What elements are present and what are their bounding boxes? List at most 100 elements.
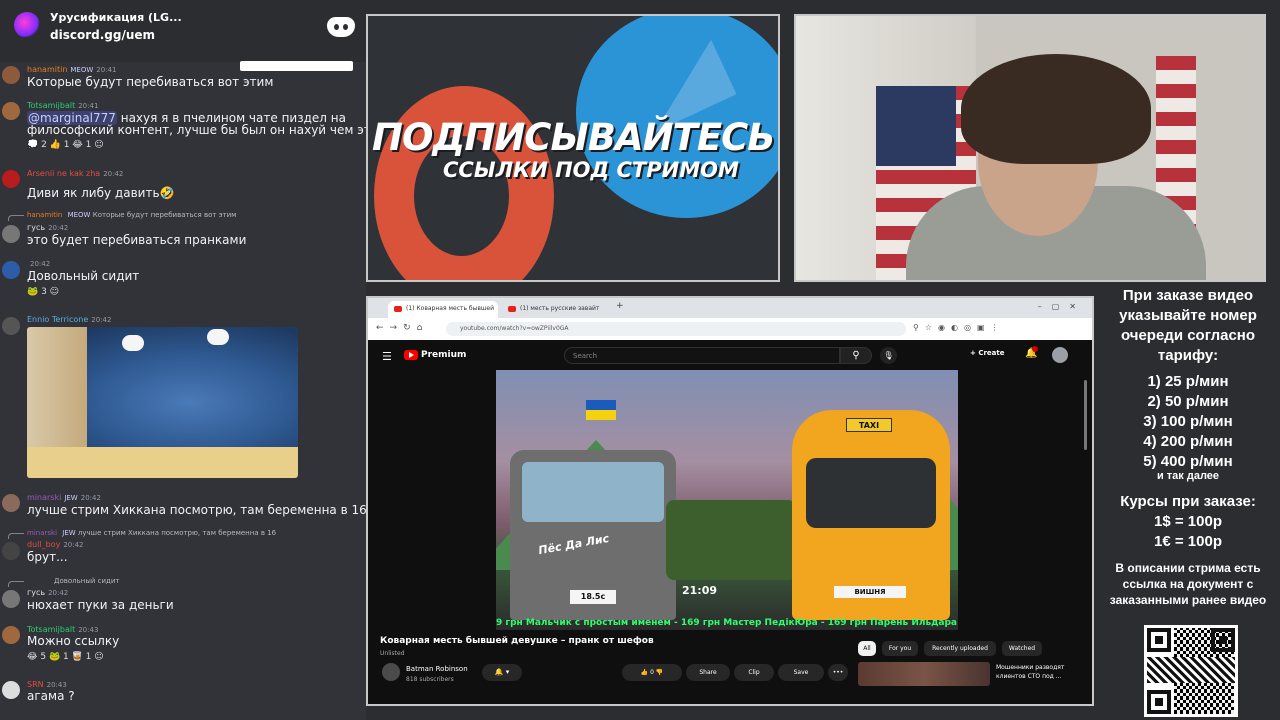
tariff-item: 3) 100 р/мин [1143, 413, 1233, 430]
channel-name[interactable]: Batman Robinson [406, 665, 468, 673]
window-controls[interactable]: –▢✕ [1038, 302, 1086, 311]
avatar [2, 102, 20, 120]
discord-icon [327, 17, 355, 37]
reply-preview[interactable]: Довольный сидит [54, 577, 120, 585]
create-button[interactable]: + Create [970, 349, 1004, 357]
avatar [2, 261, 20, 279]
message-text: лучше стрим Хиккана посмотрю, там береме… [27, 503, 366, 517]
message-author[interactable]: minarski JEW 20:42 [27, 493, 101, 502]
clip-button[interactable]: Clip [734, 664, 774, 681]
message-text: Можно ссылку [27, 634, 120, 648]
notification-badge [1032, 346, 1038, 352]
hamburger-menu-icon[interactable]: ☰ [382, 350, 392, 363]
message-author[interactable]: Totsamijbalt 20:41 [27, 101, 98, 110]
subscription-bell-button[interactable]: 🔔 ▾ [482, 664, 522, 681]
browser-tab-bar: (1) Коварная месть бывшей (1) месть русс… [368, 298, 1092, 318]
taxi-van-illustration: TAXI ВИШНЯ [792, 410, 950, 620]
subscribe-banner: ПОДПИСЫВАЙТЕСЬ ССЫЛКИ ПОД СТРИМОМ [366, 14, 780, 282]
filter-chip-watched[interactable]: Watched [1002, 641, 1042, 656]
tariff-etc: и так далее [1156, 470, 1220, 482]
share-button[interactable]: Share [686, 664, 730, 681]
server-logo [14, 12, 40, 38]
tariff-item: 1) 25 р/мин [1147, 373, 1229, 390]
banner-headline: ПОДПИСЫВАЙТЕСЬ [372, 116, 775, 159]
more-actions-button[interactable]: ••• [828, 664, 848, 681]
message-image-attachment[interactable] [27, 327, 298, 478]
extension-icons[interactable]: ⚲☆◉◐◎▣⋮ [913, 323, 1005, 332]
rate-usd: 1$ = 100р [1154, 513, 1222, 530]
order-instructions: При заказе видео указывайте номер очеред… [1119, 287, 1257, 364]
recommended-video-thumbnail[interactable] [858, 662, 990, 686]
reply-preview[interactable]: hanamitin MEOW Которые будут перебиватьс… [27, 211, 236, 219]
youtube-brand[interactable]: Premium [421, 350, 466, 360]
banner-subline: ССЫЛКИ ПОД СТРИМОМ [443, 158, 739, 182]
description-note: В описании стрима есть ссылка на докумен… [1109, 561, 1267, 607]
reply-preview[interactable]: minarski JEW лучше стрим Хиккана посмотр… [27, 529, 276, 537]
message-author[interactable]: гусь 20:42 [27, 588, 68, 597]
message-author[interactable]: dull_boy 20:42 [27, 540, 84, 549]
save-button[interactable]: Save [778, 664, 824, 681]
new-tab-icon[interactable]: + [616, 301, 624, 311]
car-illustration [666, 500, 796, 580]
message-text: Довольный сидит [27, 269, 140, 283]
account-avatar[interactable] [1052, 347, 1068, 363]
server-header: Урусификация (LG... discord.gg/uem [0, 0, 366, 62]
stream-layout: { "server": {"name": "Урусификация (LG..… [0, 0, 1280, 720]
message-text: агама ? [27, 689, 75, 703]
message-text: это будет перебиваться пранками [27, 233, 247, 247]
donation-ticker: 9 грн Мальчик с простым именем - 169 грн… [496, 618, 958, 628]
filter-chip-recently-uploaded[interactable]: Recently uploaded [924, 641, 996, 656]
webcam-feed [794, 14, 1266, 282]
browser-tab-active[interactable]: (1) Коварная месть бывшей [388, 301, 498, 318]
browser-toolbar: ←→↻⌂ youtube.com/watch?v=owZPiilv0GA ⚲☆◉… [368, 318, 1092, 340]
message-reactions[interactable]: 😂 5 🐸 1 🥃 1 ☺ [27, 652, 104, 662]
discord-chat-panel: Урусификация (LG... discord.gg/uem hanam… [0, 0, 366, 720]
nav-buttons[interactable]: ←→↻⌂ [376, 323, 428, 333]
filter-chip-all[interactable]: All [858, 641, 876, 656]
like-dislike-button[interactable]: 👍 0 👎 [622, 664, 682, 681]
message-text: Которые будут перебиваться вот этим [27, 75, 274, 89]
rates-heading: Курсы при заказе: [1120, 493, 1256, 510]
channel-avatar[interactable] [382, 663, 400, 681]
message-text: Диви як либу давить🤣 [27, 186, 175, 200]
subscriber-count: 818 subscribers [406, 676, 454, 683]
reply-connector [8, 215, 24, 221]
video-player[interactable]: 18.5с Пёс Да Лис TAXI ВИШНЯ 21:09 9 грн … [496, 370, 958, 630]
tariff-list: 1) 25 р/мин 2) 50 р/мин 3) 100 р/мин 4) … [1102, 372, 1274, 472]
filter-chip-for-you[interactable]: For you [882, 641, 918, 656]
avatar [2, 494, 20, 512]
address-bar[interactable]: youtube.com/watch?v=owZPiilv0GA [446, 322, 906, 336]
page-scrollbar[interactable] [1084, 380, 1087, 450]
message-text: брут... [27, 550, 68, 564]
server-invite-link[interactable]: discord.gg/uem [50, 28, 155, 42]
avatar [2, 170, 20, 188]
microphone-icon[interactable]: 🎙 [880, 347, 897, 364]
avatar [2, 66, 20, 84]
search-icon[interactable]: ⚲ [840, 347, 872, 364]
message-author[interactable]: гусь 20:42 [27, 223, 68, 232]
avatar [2, 681, 20, 699]
reply-popup [240, 61, 353, 71]
avatar [2, 225, 20, 243]
message-author[interactable]: Totsamijbalt 20:43 [27, 625, 98, 634]
browser-tab[interactable]: (1) месть русские завайт [502, 301, 612, 318]
browser-window: (1) Коварная месть бывшей (1) месть русс… [366, 296, 1094, 706]
search-input[interactable]: Search [564, 347, 840, 364]
recommended-video-title[interactable]: Мошенники разводят клиентов СТО под ... [996, 663, 1090, 681]
youtube-page: ☰ Premium Search ⚲ 🎙 + Create 🔔 18.5с Пё… [368, 340, 1092, 704]
message-author[interactable]: Ennio Terricone 20:42 [27, 315, 111, 324]
exchange-rates: Курсы при заказе: 1$ = 100р 1€ = 100р [1102, 492, 1274, 552]
van-plate: ВИШНЯ [834, 586, 906, 598]
unlisted-badge: Unlisted [380, 650, 405, 657]
message-author[interactable]: Arsenii ne kak zha 20:42 [27, 169, 123, 178]
message-author[interactable]: 20:42 [27, 259, 50, 268]
order-info-panel: При заказе видео указывайте номер очеред… [1094, 286, 1280, 720]
avatar [2, 626, 20, 644]
youtube-logo-icon[interactable] [404, 350, 418, 360]
message-reactions[interactable]: 🐸 3 ☺ [27, 287, 59, 297]
tariff-item: 4) 200 р/мин [1143, 433, 1233, 450]
tariff-item: 5) 400 р/мин [1143, 453, 1233, 470]
message-author[interactable]: SRN 20:43 [27, 680, 67, 689]
message-author[interactable]: hanamitin MEOW 20:41 [27, 65, 116, 74]
message-reactions[interactable]: 💭 2 👍 1 😂 1 ☺ [27, 140, 104, 150]
